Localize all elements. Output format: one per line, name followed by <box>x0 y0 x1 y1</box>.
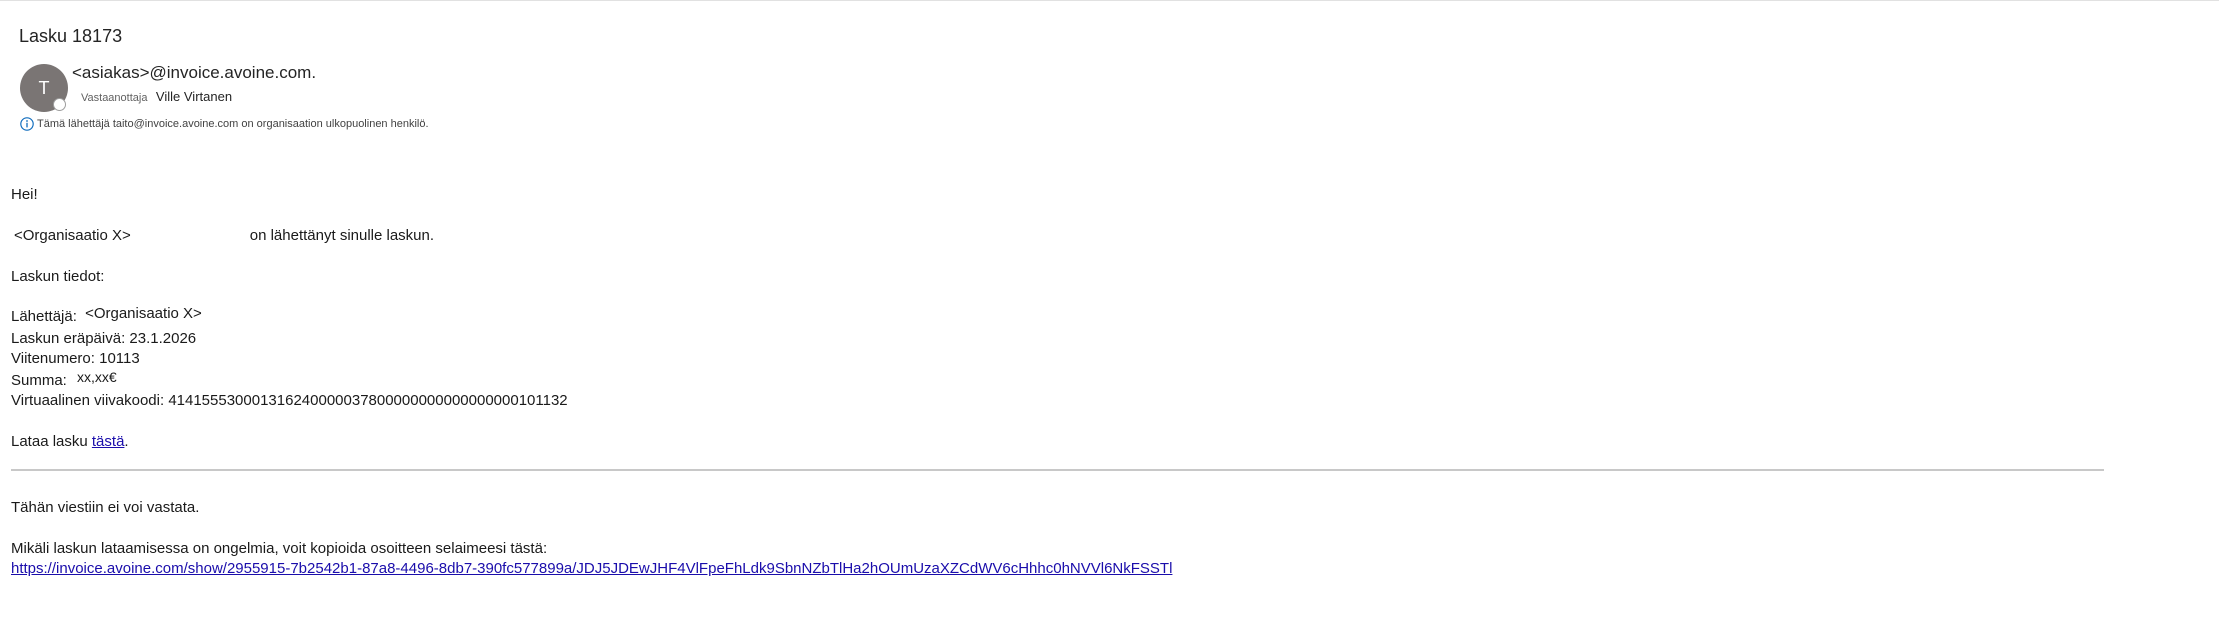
organisation-name: <Organisaatio X> <box>14 227 131 244</box>
sender-detail-row: Lähettäjä: <Organisaatio X> <box>11 305 202 327</box>
organisation-sent-line: <Organisaatio X> on lähettänyt sinulle la… <box>11 226 434 246</box>
greeting: Hei! <box>11 186 38 203</box>
sender-detail-value: <Organisaatio X> <box>85 305 202 322</box>
amount-label: Summa: <box>11 372 67 389</box>
sent-text: on lähettänyt sinulle laskun. <box>249 227 435 244</box>
recipient-name[interactable]: Ville Virtanen <box>156 89 232 104</box>
download-prefix: Lataa lasku <box>11 433 92 450</box>
sender-detail-label: Lähettäjä: <box>11 308 77 325</box>
recipient-row: Vastaanottaja Ville Virtanen <box>81 89 232 106</box>
problem-text: Mikäli laskun lataamisessa on ongelmia, … <box>11 540 548 557</box>
external-notice-text: Tämä lähettäjä taito@invoice.avoine.com … <box>37 118 429 130</box>
download-link[interactable]: tästä <box>92 433 125 450</box>
recipient-label: Vastaanottaja <box>81 92 148 104</box>
amount-value: xx,xx€ <box>77 369 117 385</box>
presence-status-icon <box>53 98 66 111</box>
invoice-url-link[interactable]: https://invoice.avoine.com/show/2955915-… <box>11 560 1172 577</box>
top-border <box>0 0 2219 1</box>
details-heading: Laskun tiedot: <box>11 268 105 285</box>
due-date: Laskun eräpäivä: 23.1.2026 <box>11 330 197 347</box>
external-sender-notice: Tämä lähettäjä taito@invoice.avoine.com … <box>20 117 429 131</box>
virtual-barcode: Virtuaalinen viivakoodi: 414155530001316… <box>11 392 568 409</box>
separator-line <box>11 469 2104 471</box>
download-suffix: . <box>124 433 129 450</box>
invoice-url-row: https://invoice.avoine.com/show/2955915-… <box>11 559 1172 579</box>
info-icon <box>20 117 34 131</box>
email-subject: Lasku 18173 <box>19 26 123 46</box>
amount-row: Summa: xx,xx€ <box>11 369 117 391</box>
no-reply-notice: Tähän viestiin ei voi vastata. <box>11 499 200 516</box>
reference-number: Viitenumero: 10113 <box>11 350 140 367</box>
sender-address[interactable]: <asiakas>@invoice.avoine.com. <box>72 62 316 84</box>
download-row: Lataa lasku tästä. <box>11 432 129 452</box>
